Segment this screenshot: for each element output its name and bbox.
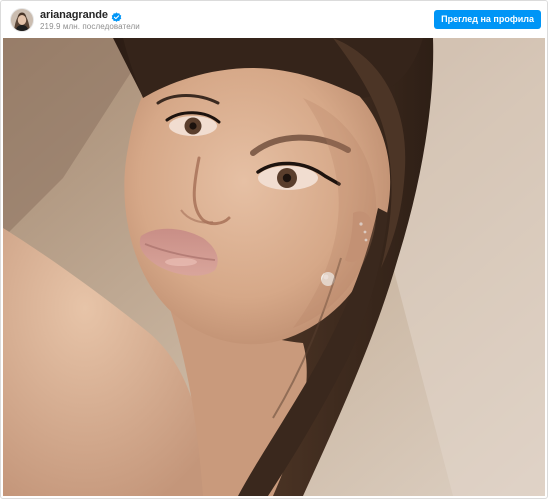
username-row: arianagrande — [40, 8, 122, 22]
instagram-embed-card: arianagrande 219.9 млн. последователи Пр… — [0, 0, 548, 499]
avatar[interactable] — [11, 9, 33, 31]
avatar-image — [11, 9, 33, 31]
username-link[interactable]: arianagrande — [40, 8, 108, 22]
post-header: arianagrande 219.9 млн. последователи Пр… — [1, 1, 547, 38]
view-profile-button[interactable]: Преглед на профила — [434, 10, 541, 29]
verified-badge-icon — [111, 10, 122, 22]
post-photo[interactable] — [3, 38, 545, 496]
followers-count: 219.9 млн. последователи — [40, 22, 140, 31]
post-image — [3, 38, 545, 496]
